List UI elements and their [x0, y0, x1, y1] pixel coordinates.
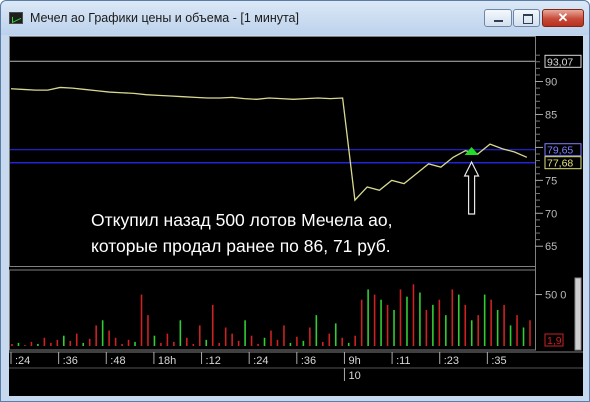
maximize-button[interactable]	[513, 9, 540, 27]
time-tick-label: :48	[110, 355, 125, 367]
minimize-button[interactable]	[484, 9, 512, 27]
price-line	[10, 86, 528, 202]
annotation-line-1: Откупил назад 500 лотов Мечела ао,	[91, 210, 393, 230]
price-tick-label: 65	[545, 241, 557, 253]
price-tick-label: 75	[545, 175, 557, 187]
price-tick-label: 70	[545, 208, 557, 220]
time-tick-label: :12	[206, 355, 221, 367]
volume-scrollbar	[574, 277, 582, 351]
up-arrow-icon	[463, 160, 480, 215]
chart-area[interactable]: 90858075706593,0779,6577,6850 01,9:24:36…	[9, 36, 583, 396]
time-tick-label: :11	[396, 355, 410, 367]
time-tick-label: :24	[15, 355, 30, 367]
chart-app-icon	[9, 12, 23, 24]
title-bar[interactable]: Мечел ао Графики цены и объема - [1 мину…	[1, 1, 589, 35]
volume-tick-label: 50 0	[545, 290, 566, 302]
volume-badge-label: 1,9	[547, 335, 562, 347]
time-tick-label: :36	[63, 355, 78, 367]
time-tick-label: :35	[491, 355, 506, 367]
time-tick-label: 18h	[158, 355, 176, 367]
price-tick-label: 90	[545, 77, 557, 89]
close-icon: ✕	[557, 10, 569, 25]
price-badge-label: 77,68	[547, 158, 573, 170]
time-tick-label: :24	[253, 355, 268, 367]
trade-annotation: Откупил назад 500 лотов Мечела ао, котор…	[91, 207, 392, 259]
price-badge-label: 79,65	[547, 145, 573, 157]
minimize-icon	[494, 20, 503, 22]
annotation-line-2: которые продал ранее по 86, 71 руб.	[91, 236, 391, 256]
volume-panel-border	[9, 269, 536, 351]
price-tick-label: 85	[545, 109, 557, 121]
time-tick-label: :36	[301, 355, 316, 367]
chart-window: Мечел ао Графики цены и объема - [1 мину…	[0, 0, 590, 402]
window-title: Мечел ао Графики цены и объема - [1 мину…	[30, 11, 299, 25]
day-label: 10	[348, 370, 360, 382]
price-badge-label: 93,07	[547, 56, 573, 68]
maximize-icon	[523, 14, 533, 24]
time-tick-label: :23	[444, 355, 459, 367]
close-button[interactable]: ✕	[542, 9, 584, 27]
time-tick-label: 9h	[348, 355, 360, 367]
